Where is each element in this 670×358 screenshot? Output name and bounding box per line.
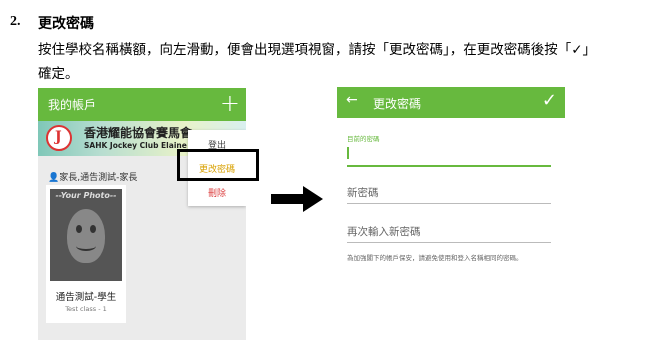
user-text: 家長,通告測試-家長	[59, 173, 138, 183]
arrow-left-icon[interactable]: ←	[346, 92, 358, 108]
current-password-field[interactable]	[347, 147, 349, 159]
step-title: 更改密碼	[38, 16, 94, 32]
menu-item-delete[interactable]: 刪除	[188, 186, 246, 199]
current-password-label: 目前的密碼	[347, 135, 380, 143]
change-password-title: 更改密碼	[373, 97, 422, 111]
student-card[interactable]: --Your Photo-- 通告測試-學生 Test class - 1	[46, 185, 126, 323]
current-password-underline	[347, 165, 551, 167]
new-password-underline	[347, 203, 551, 204]
highlight-box	[177, 149, 259, 181]
confirm-password-field[interactable]: 再次輸入新密碼	[347, 224, 421, 239]
change-password-header: ← 更改密碼 ✓	[337, 87, 565, 118]
account-title: 我的帳戶	[48, 98, 97, 112]
school-name-en: SAHK Jockey Club Elaine	[84, 141, 187, 150]
instruction-text: 按住學校名稱橫額，向左滑動，便會出現選項視窗，請按「更改密碼」，在更改密碼後按「…	[38, 42, 597, 58]
user-icon: 👤	[48, 173, 60, 183]
user-line: 👤家長,通告測試-家長	[48, 170, 137, 183]
school-name-cn: 香港耀能協會賽馬會	[84, 126, 193, 140]
change-password-screen: ← 更改密碼 ✓ 目前的密碼 新密碼 再次輸入新密碼 為加強閣下的帳戶保安，請避…	[337, 87, 565, 283]
placeholder-face-icon	[67, 209, 105, 263]
account-screen: 我的帳戶 + J 香港耀能協會賽馬會 SAHK Jockey Club Elai…	[38, 88, 246, 340]
confirm-password-underline	[347, 242, 551, 243]
arrow-right-icon	[271, 186, 323, 212]
student-class: Test class - 1	[65, 305, 107, 313]
student-photo: --Your Photo--	[50, 189, 122, 281]
step-number: 2.	[10, 14, 21, 29]
security-note: 為加強閣下的帳戶保安，請避免使用和登入名稱相同的密碼。	[347, 254, 523, 262]
new-password-field[interactable]: 新密碼	[347, 185, 379, 200]
check-icon[interactable]: ✓	[542, 90, 557, 111]
photo-label: --Your Photo--	[55, 191, 117, 200]
instruction-text-continued: 確定。	[38, 66, 79, 82]
school-logo: J	[46, 125, 72, 151]
student-name: 通告測試-學生	[55, 292, 117, 303]
account-header: 我的帳戶 +	[38, 88, 246, 121]
plus-icon[interactable]: +	[220, 90, 240, 116]
